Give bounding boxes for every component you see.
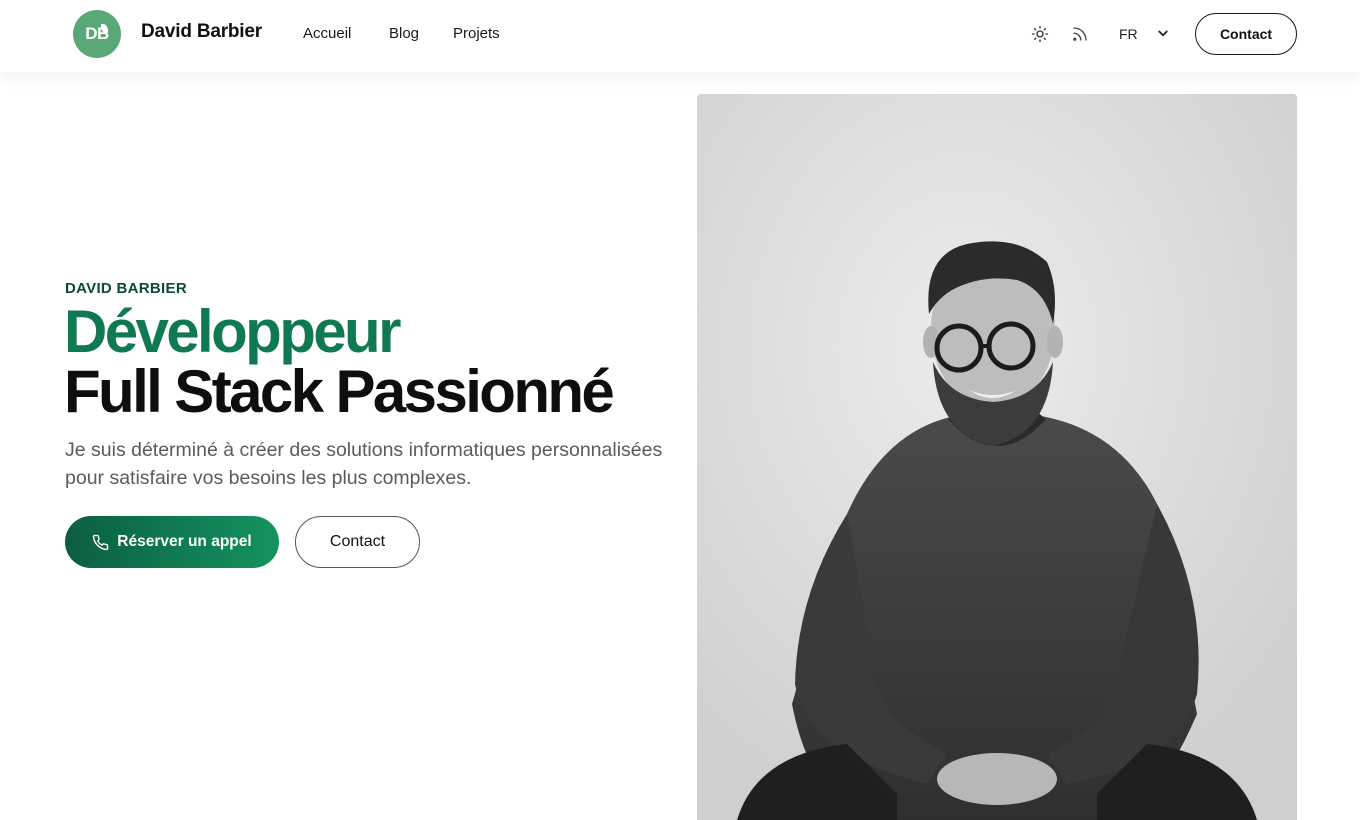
header-contact-button[interactable]: Contact xyxy=(1195,13,1297,55)
rss-icon[interactable] xyxy=(1068,22,1092,46)
hero-intro: Je suis déterminé à créer des solutions … xyxy=(65,439,663,489)
portrait-illustration xyxy=(697,94,1297,820)
chevron-down-icon[interactable] xyxy=(1154,24,1172,42)
sun-icon[interactable] xyxy=(1028,22,1052,46)
site-header: DB David Barbier Accueil Blog Projets FR… xyxy=(0,0,1360,72)
nav-link-blog[interactable]: Blog xyxy=(389,25,419,42)
book-call-label: Réserver un appel xyxy=(117,533,252,550)
nav-link-accueil[interactable]: Accueil xyxy=(303,25,351,42)
hero-headline-line2: Full Stack Passionné xyxy=(64,358,615,425)
site-logo[interactable]: DB xyxy=(73,10,121,58)
hero-contact-button[interactable]: Contact xyxy=(295,516,420,568)
language-selector[interactable]: FR xyxy=(1119,26,1138,42)
nav-link-projets[interactable]: Projets xyxy=(453,25,500,42)
portrait-photo xyxy=(697,94,1297,820)
book-call-button[interactable]: Réserver un appel xyxy=(65,516,279,568)
site-name[interactable]: David Barbier xyxy=(141,21,262,43)
phone-icon xyxy=(93,534,109,550)
hero-kicker: DAVID BARBIER xyxy=(65,280,187,297)
